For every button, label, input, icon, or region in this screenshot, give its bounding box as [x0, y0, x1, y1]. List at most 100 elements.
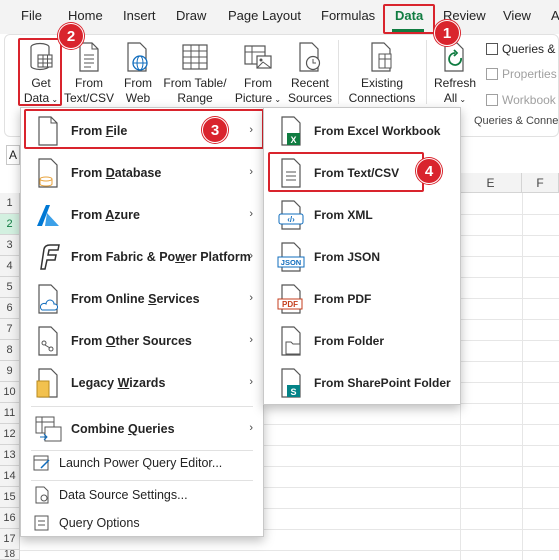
- submenu-item-label: From XML: [314, 208, 373, 222]
- from-table-label-2: Range: [177, 91, 213, 105]
- menu-item-label: Legacy Wizards: [71, 376, 166, 390]
- highlight-get-data: [18, 38, 62, 106]
- tab-file[interactable]: File: [21, 8, 42, 23]
- row-header[interactable]: 9: [0, 361, 20, 382]
- from-web-label-1: From: [124, 76, 152, 90]
- submenu-item-sharepoint-folder[interactable]: S From SharePoint Folder: [264, 362, 460, 404]
- chevron-right-icon: ›: [249, 208, 253, 220]
- submenu-item-label: From JSON: [314, 250, 381, 264]
- submenu-item-folder[interactable]: From Folder: [264, 320, 460, 362]
- row-header[interactable]: 7: [0, 319, 20, 340]
- row-header[interactable]: 15: [0, 487, 20, 508]
- tab-home[interactable]: Home: [68, 8, 103, 23]
- workbook-links-button[interactable]: Workbook: [486, 93, 556, 107]
- menu-item-combine-queries[interactable]: Combine Queries ›: [21, 408, 263, 450]
- queries-icon: [486, 43, 498, 55]
- menu-item-legacy-wizards[interactable]: Legacy Wizards ›: [21, 362, 263, 404]
- tab-draw[interactable]: Draw: [176, 8, 206, 23]
- menu-item-label: From Other Sources: [71, 334, 192, 348]
- row-header[interactable]: 1: [0, 193, 20, 214]
- refresh-all-button[interactable]: Refresh All ⌄: [432, 42, 478, 107]
- existing-connections-button[interactable]: Existing Connections: [342, 42, 422, 106]
- submenu-item-xml[interactable]: ‹/› From XML: [264, 194, 460, 236]
- queries-connections-button[interactable]: Queries &: [486, 42, 555, 56]
- submenu-item-pdf[interactable]: PDF From PDF: [264, 278, 460, 320]
- row-header[interactable]: 3: [0, 235, 20, 256]
- pdf-file-icon: PDF: [277, 284, 303, 314]
- chevron-right-icon: ›: [249, 250, 253, 262]
- row-header[interactable]: 6: [0, 298, 20, 319]
- other-sources-icon: [38, 326, 58, 356]
- step-badge-2: 2: [58, 23, 84, 49]
- menu-item-label: From Azure: [71, 208, 140, 222]
- from-web-button[interactable]: From Web: [116, 42, 160, 106]
- tab-view[interactable]: View: [503, 8, 531, 23]
- menu-item-from-other-sources[interactable]: From Other Sources ›: [21, 320, 263, 362]
- azure-icon: [37, 205, 59, 226]
- cloud-file-icon: [38, 284, 59, 314]
- chevron-right-icon: ›: [249, 376, 253, 388]
- menu-item-query-options[interactable]: Query Options: [21, 508, 263, 538]
- row-header[interactable]: 4: [0, 256, 20, 277]
- refresh-all-label-1: Refresh: [433, 76, 477, 90]
- row-header[interactable]: 16: [0, 508, 20, 529]
- refresh-all-label-2: All: [443, 91, 458, 105]
- highlight-from-file: [24, 109, 264, 149]
- menu-item-from-fabric[interactable]: From Fabric & Power Platform ›: [21, 236, 263, 278]
- tab-formulas[interactable]: Formulas: [321, 8, 375, 23]
- name-box[interactable]: A: [6, 145, 20, 165]
- menu-item-from-database[interactable]: From Database ›: [21, 152, 263, 194]
- menu-item-launch-power-query[interactable]: Launch Power Query Editor...: [21, 448, 263, 478]
- column-header-f[interactable]: F: [522, 173, 559, 193]
- row-header[interactable]: 11: [0, 403, 20, 424]
- submenu-item-excel-workbook[interactable]: X From Excel Workbook: [264, 110, 460, 152]
- ribbon-tabs: File Home Insert Draw Page Layout Formul…: [0, 0, 559, 34]
- recent-sources-button[interactable]: Recent Sources: [284, 42, 336, 106]
- column-header-e[interactable]: E: [460, 173, 522, 193]
- query-options-icon: [34, 515, 49, 531]
- menu-item-label: From Online Services: [71, 292, 200, 306]
- row-header[interactable]: 8: [0, 340, 20, 361]
- chevron-down-icon: ⌄: [272, 95, 282, 104]
- row-header[interactable]: 18: [0, 550, 20, 560]
- excel-workbook-icon: X: [281, 116, 301, 146]
- menu-item-from-online-services[interactable]: From Online Services ›: [21, 278, 263, 320]
- menu-item-from-azure[interactable]: From Azure ›: [21, 194, 263, 236]
- row-header[interactable]: 5: [0, 277, 20, 298]
- sharepoint-folder-icon: S: [281, 368, 301, 398]
- menu-item-label: Query Options: [59, 516, 140, 530]
- row-header[interactable]: 14: [0, 466, 20, 487]
- svg-text:‹/›: ‹/›: [287, 215, 295, 224]
- tab-page-layout[interactable]: Page Layout: [228, 8, 301, 23]
- workbook-label: Workbook: [502, 93, 556, 107]
- row-header[interactable]: 2: [0, 214, 20, 235]
- chevron-right-icon: ›: [249, 166, 253, 178]
- tab-insert[interactable]: Insert: [123, 8, 156, 23]
- menu-item-label: Combine Queries: [71, 422, 175, 436]
- get-data-menu: From File › From Database › From Azure ›…: [20, 107, 264, 537]
- submenu-item-label: From Excel Workbook: [314, 124, 441, 138]
- step-badge-3: 3: [202, 117, 228, 143]
- group-label-queries: Queries & Conne: [474, 115, 559, 127]
- row-header[interactable]: 17: [0, 529, 20, 550]
- submenu-item-label: From SharePoint Folder: [314, 376, 451, 390]
- menu-item-label: From Database: [71, 166, 162, 180]
- combine-queries-icon: [35, 416, 62, 442]
- from-table-range-button[interactable]: From Table/ Range: [160, 42, 230, 106]
- row-header[interactable]: 13: [0, 445, 20, 466]
- submenu-item-json[interactable]: JSON From JSON: [264, 236, 460, 278]
- gridline: [522, 193, 523, 560]
- from-text-csv-button[interactable]: From Text/CSV: [64, 42, 114, 106]
- database-icon: [38, 158, 58, 188]
- from-picture-label-1: From: [244, 76, 272, 90]
- chevron-down-icon: ⌄: [457, 95, 467, 104]
- queries-label: Queries &: [502, 42, 556, 56]
- svg-text:JSON: JSON: [281, 258, 301, 267]
- menu-item-data-source-settings[interactable]: Data Source Settings...: [21, 480, 263, 510]
- from-picture-button[interactable]: From Picture ⌄: [232, 42, 284, 107]
- menu-item-label: Launch Power Query Editor...: [59, 456, 223, 470]
- row-header[interactable]: 12: [0, 424, 20, 445]
- row-header[interactable]: 10: [0, 382, 20, 403]
- properties-button[interactable]: Properties: [486, 67, 557, 81]
- tab-more[interactable]: A: [551, 8, 559, 23]
